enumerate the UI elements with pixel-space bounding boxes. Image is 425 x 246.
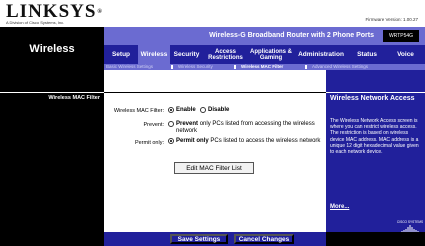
top-banner: LINKSYS® A Division of Cisco Systems, In… (0, 0, 425, 27)
enable-radio[interactable] (168, 107, 174, 113)
divider (0, 92, 104, 93)
linksys-logo: LINKSYS® (6, 1, 103, 22)
product-name: Wireless-G Broadband Router with 2 Phone… (209, 32, 374, 39)
enable-label: Enable (176, 107, 196, 113)
save-settings-button[interactable]: Save Settings (170, 234, 228, 244)
cancel-changes-button[interactable]: Cancel Changes (234, 234, 294, 244)
mac-filter-label: Wireless MAC Filter: (113, 108, 164, 114)
help-more-link[interactable]: More... (330, 204, 349, 210)
tab-setup[interactable]: Setup (104, 45, 138, 64)
footer-bar: Save Settings Cancel Changes (0, 232, 425, 246)
divider (104, 92, 326, 93)
model-number: WRTP54G (383, 30, 419, 42)
permit-option-text: Permit only PCs listed to access the wir… (176, 138, 321, 144)
main-tabs: Setup Wireless Security Access Restricti… (104, 45, 425, 64)
tab-administration[interactable]: Administration (294, 45, 348, 64)
product-bar: Wireless-G Broadband Router with 2 Phone… (104, 27, 425, 45)
left-column: Wireless MAC Filter (0, 70, 104, 232)
tab-applications-gaming[interactable]: Applications & Gaming (248, 45, 294, 64)
help-body: The Wireless Network Access screen is wh… (330, 118, 419, 156)
permit-radio[interactable] (168, 138, 174, 144)
tab-wireless[interactable]: Wireless (138, 45, 170, 64)
footer-button-area: Save Settings Cancel Changes (104, 232, 326, 246)
prevent-option-text: Prevent only PCs listed from accessing t… (176, 121, 315, 134)
main-content: Wireless MAC Filter: Enable Disable Prev… (104, 70, 326, 232)
tab-voice[interactable]: Voice (386, 45, 425, 64)
disable-radio[interactable] (200, 107, 206, 113)
subtab-separator (305, 65, 307, 69)
divider (326, 92, 425, 93)
help-title: Wireless Network Access (330, 95, 415, 102)
subtab-separator (234, 65, 236, 69)
cisco-logo-text: CISCO SYSTEMS (396, 220, 424, 224)
subtab-separator (171, 65, 173, 69)
tab-status[interactable]: Status (348, 45, 386, 64)
permit-label: Permit only: (134, 140, 164, 146)
tab-access-restrictions[interactable]: Access Restrictions (203, 45, 248, 64)
logo-subtitle: A Division of Cisco Systems, Inc. (6, 20, 65, 25)
prevent-radio[interactable] (168, 121, 174, 127)
header-band: Wireless Wireless-G Broadband Router wit… (0, 27, 425, 70)
section-title: Wireless (0, 27, 104, 70)
firmware-version: Firmware Version: 1.00.27 (365, 17, 418, 22)
help-panel: Wireless Network Access The Wireless Net… (326, 70, 425, 233)
tab-security[interactable]: Security (170, 45, 203, 64)
disable-label: Disable (208, 107, 230, 113)
edit-mac-filter-list-button[interactable]: Edit MAC Filter List (174, 162, 254, 174)
section-label: Wireless MAC Filter (48, 95, 100, 101)
prevent-label: Prevent: (143, 122, 164, 128)
